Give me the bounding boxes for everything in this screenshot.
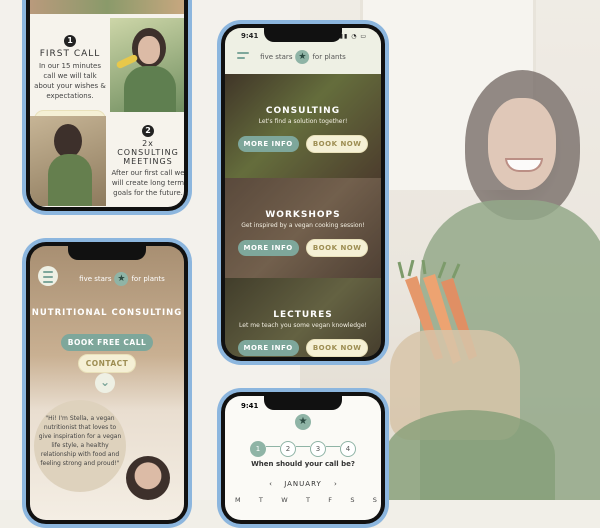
step-title: 2x CONSULTING MEETINGS — [117, 139, 179, 166]
hero-section: NUTRITIONAL CONSULTING BOOK FREE CALL CO… — [30, 308, 184, 373]
more-info-button[interactable]: MORE INFO — [237, 340, 299, 356]
step-number: 1 — [64, 35, 76, 47]
star-logo-icon: ★ — [295, 50, 310, 64]
menu-icon[interactable] — [237, 52, 249, 62]
step-indicator: 1234 — [225, 436, 381, 457]
section-title: CONSULTING — [265, 106, 341, 116]
month-label: JANUARY — [284, 480, 322, 488]
section-lectures: LECTURES Let me teach you some vegan kno… — [225, 310, 381, 357]
step-4[interactable]: 4 — [340, 441, 356, 457]
stella-avatar — [126, 456, 170, 500]
step-3[interactable]: 3 — [310, 441, 326, 457]
book-now-button[interactable]: BOOK NOW — [305, 239, 369, 257]
status-time: 9:41 — [241, 402, 259, 410]
step-first-call: 1 FIRST CALL In our 15 minutes call we w… — [34, 28, 106, 129]
month-selector: ‹ JANUARY › — [225, 480, 381, 488]
section-title: LECTURES — [273, 310, 333, 320]
food-photo — [30, 0, 184, 14]
stella-photo-kitchen — [30, 116, 106, 206]
contact-button[interactable]: CONTACT — [77, 354, 137, 373]
intro-text: "Hi! I'm Stella, a vegan nutritionist th… — [38, 415, 122, 467]
step-body: After our first call we will create long… — [111, 169, 184, 197]
book-now-button[interactable]: BOOK NOW — [305, 339, 369, 357]
section-subtitle: Let's find a solution together! — [258, 118, 348, 125]
status-time: 9:41 — [241, 32, 259, 40]
section-consulting: CONSULTING Let's find a solution togethe… — [225, 106, 381, 153]
star-logo-icon: ★ — [295, 414, 311, 430]
step-number: 2 — [142, 125, 154, 137]
section-title: WORKSHOPS — [265, 210, 341, 220]
phone-mockup-services: 9:41 ▮▮▮ ◔ ▭ five stars ★ for plants CONSU… — [217, 20, 389, 365]
book-now-button[interactable]: BOOK NOW — [305, 135, 369, 153]
section-workshops: WORKSHOPS Get inspired by a vegan cookin… — [225, 210, 381, 257]
step-consulting-meetings: 2 2x CONSULTING MEETINGS After our first… — [110, 118, 184, 198]
step-2[interactable]: 2 — [280, 441, 296, 457]
brand-logo[interactable]: five stars ★ for plants — [260, 50, 346, 64]
weekday-header: M T W T F S S — [235, 496, 377, 504]
phone-mockup-nutritional: five stars ★ for plants NUTRITIONAL CONSUL… — [22, 238, 192, 528]
question-heading: When should your call be? — [251, 460, 355, 468]
brand-logo[interactable]: five stars ★ for plants — [79, 272, 165, 286]
step-1[interactable]: 1 — [250, 441, 266, 457]
menu-icon[interactable] — [38, 266, 58, 286]
book-free-call-button[interactable]: BOOK FREE CALL — [60, 334, 154, 351]
page-title: NUTRITIONAL CONSULTING — [31, 308, 183, 318]
phone-mockup-steps: 1 FIRST CALL In our 15 minutes call we w… — [22, 0, 192, 215]
star-logo-icon: ★ — [114, 272, 129, 286]
more-info-button[interactable]: MORE INFO — [237, 136, 299, 152]
chevron-right-icon[interactable]: › — [334, 480, 337, 488]
section-subtitle: Let me teach you some vegan knowledge! — [239, 322, 367, 329]
phone-mockup-booking: 9:41 ★ 1234 When should your call be? ‹ … — [217, 388, 389, 528]
more-info-button[interactable]: MORE INFO — [237, 240, 299, 256]
chevron-left-icon[interactable]: ‹ — [269, 480, 272, 488]
step-body: In our 15 minutes call we will talk abou… — [34, 62, 106, 100]
step-title: FIRST CALL — [39, 49, 101, 59]
section-subtitle: Get inspired by a vegan cooking session! — [241, 222, 365, 229]
stella-photo-banana — [110, 18, 184, 112]
chevron-down-icon[interactable]: ⌄ — [95, 373, 115, 393]
